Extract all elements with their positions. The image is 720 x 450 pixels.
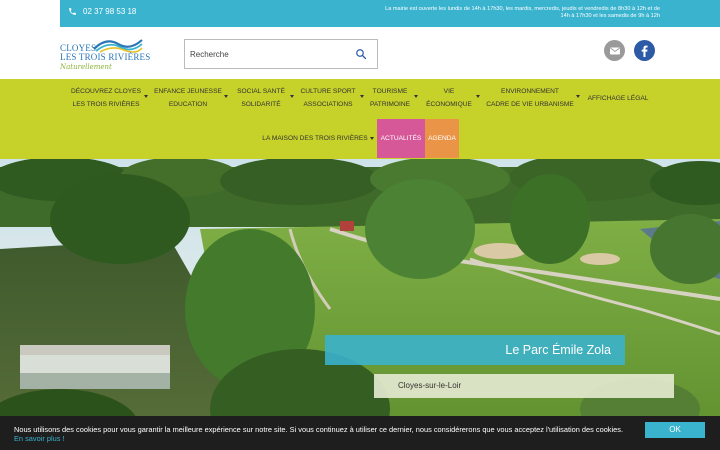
hero-image: [0, 159, 720, 450]
slide-title[interactable]: Le Parc Émile Zola: [325, 335, 625, 365]
chevron-down-icon: [144, 95, 148, 98]
phone-number: 02 37 98 53 18: [83, 7, 137, 16]
chevron-down-icon: [290, 95, 294, 98]
nav-item-label: LES TROIS RIVIÈRES: [72, 101, 140, 108]
nav-item-vie-economique[interactable]: VIE ÉCONOMIQUE: [424, 85, 480, 111]
nav-item-actualites[interactable]: ACTUALITÉS: [377, 119, 425, 158]
nav-item-affichage-legal[interactable]: AFFICHAGE LÉGAL: [586, 92, 650, 105]
cookie-ok-button[interactable]: OK: [645, 422, 705, 438]
search-icon[interactable]: [355, 48, 367, 60]
nav-item-label: CADRE DE VIE URBANISME: [486, 101, 574, 108]
nav-item-label: ASSOCIATIONS: [303, 101, 353, 108]
nav-item-tourisme[interactable]: TOURISME PATRIMOINE: [368, 85, 418, 111]
nav-item-label: PATRIMOINE: [369, 101, 411, 108]
nav-item-label: TOURISME: [372, 88, 408, 95]
header: CLOYES LES TROIS RIVIÈRES Naturellement: [0, 27, 720, 79]
mail-icon: [609, 47, 620, 54]
opening-hours: La mairie est ouverte les lundis de 14h …: [385, 6, 660, 19]
nav-item-agenda[interactable]: AGENDA: [425, 119, 459, 158]
top-bar-strip: 02 37 98 53 18 La mairie est ouverte les…: [60, 0, 720, 27]
nav-item-social[interactable]: SOCIAL SANTÉ SOLIDARITÉ: [234, 85, 294, 111]
search-input[interactable]: [190, 46, 350, 62]
mail-button[interactable]: [604, 40, 625, 61]
logo-waves-icon: [93, 39, 143, 53]
nav-item-label: ÉCONOMIQUE: [426, 101, 472, 108]
cookie-message: Nous utilisons des cookies pour vous gar…: [14, 425, 634, 443]
nav-item-label: CULTURE SPORT: [300, 88, 356, 95]
nav-item-label: ENVIRONNEMENT: [501, 88, 559, 95]
logo-text-line2: LES TROIS RIVIÈRES: [60, 52, 151, 62]
chevron-down-icon: [370, 137, 374, 140]
chevron-down-icon: [360, 95, 364, 98]
phone-link[interactable]: 02 37 98 53 18: [68, 7, 136, 16]
top-bar: 02 37 98 53 18 La mairie est ouverte les…: [0, 0, 720, 27]
phone-icon: [69, 8, 76, 15]
facebook-button[interactable]: [634, 40, 655, 61]
nav-item-maison[interactable]: LA MAISON DES TROIS RIVIÈRES: [262, 132, 374, 145]
chevron-down-icon: [224, 95, 228, 98]
nav-item-label: VIE: [443, 88, 455, 95]
site-logo[interactable]: CLOYES LES TROIS RIVIÈRES Naturellement: [58, 35, 151, 75]
nav-item-label: LA MAISON DES TROIS RIVIÈRES: [262, 135, 368, 142]
nav-item-label: AFFICHAGE LÉGAL: [587, 95, 649, 102]
hero-slideshow: Le Parc Émile Zola Cloyes-sur-le-Loir: [0, 159, 720, 450]
chevron-down-icon: [414, 95, 418, 98]
main-navigation: DÉCOUVREZ CLOYES LES TROIS RIVIÈRES ENFA…: [0, 79, 720, 159]
cookie-text: Nous utilisons des cookies pour vous gar…: [14, 425, 623, 434]
nav-item-label: SOLIDARITÉ: [241, 101, 281, 108]
nav-item-label: DÉCOUVREZ CLOYES: [71, 88, 141, 95]
nav-item-culture[interactable]: CULTURE SPORT ASSOCIATIONS: [298, 85, 364, 111]
facebook-icon: [641, 45, 648, 57]
nav-item-environnement[interactable]: ENVIRONNEMENT CADRE DE VIE URBANISME: [486, 85, 580, 111]
nav-item-label: ENFANCE JEUNESSE: [154, 88, 222, 95]
slide-location: Cloyes-sur-le-Loir: [374, 374, 674, 398]
chevron-down-icon: [476, 95, 480, 98]
nav-item-decouvrez[interactable]: DÉCOUVREZ CLOYES LES TROIS RIVIÈRES: [70, 85, 148, 111]
nav-item-label: EDUCATION: [168, 101, 208, 108]
cookie-banner: Nous utilisons des cookies pour vous gar…: [0, 416, 720, 450]
cookie-learn-more-link[interactable]: En savoir plus !: [14, 434, 65, 443]
search-box: [184, 39, 378, 69]
chevron-down-icon: [576, 95, 580, 98]
nav-item-label: SOCIAL SANTÉ: [237, 88, 285, 95]
logo-tagline: Naturellement: [60, 63, 112, 71]
nav-item-enfance[interactable]: ENFANCE JEUNESSE EDUCATION: [154, 85, 228, 111]
